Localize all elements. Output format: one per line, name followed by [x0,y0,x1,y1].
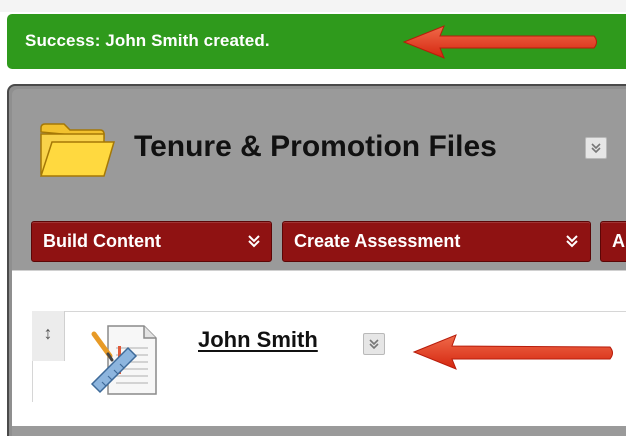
chevron-down-icon [369,339,379,350]
folder-icon [39,123,116,177]
create-assessment-label: Create Assessment [294,231,461,251]
chevron-down-icon [248,235,260,248]
chevron-down-icon [591,143,601,154]
item-title-link[interactable]: John Smith [198,327,318,353]
annotation-arrow-icon [412,334,613,370]
build-content-button[interactable]: Build Content [31,221,272,262]
toolbar-more-label: A [612,231,625,251]
title-menu-button[interactable] [585,137,607,159]
page-title: Tenure & Promotion Files [134,130,497,163]
toolbar-more-button[interactable]: A [600,221,626,262]
item-menu-button[interactable] [363,333,385,355]
success-message: Success: John Smith created. [25,31,270,50]
document-icon [90,325,157,395]
chevron-down-icon [566,235,578,248]
drag-handle[interactable]: ↕ [32,311,65,361]
build-content-label: Build Content [43,231,161,251]
top-spacer [0,0,626,12]
create-assessment-button[interactable]: Create Assessment [282,221,591,262]
annotation-arrow-icon [402,25,597,59]
content-divider [12,270,626,271]
